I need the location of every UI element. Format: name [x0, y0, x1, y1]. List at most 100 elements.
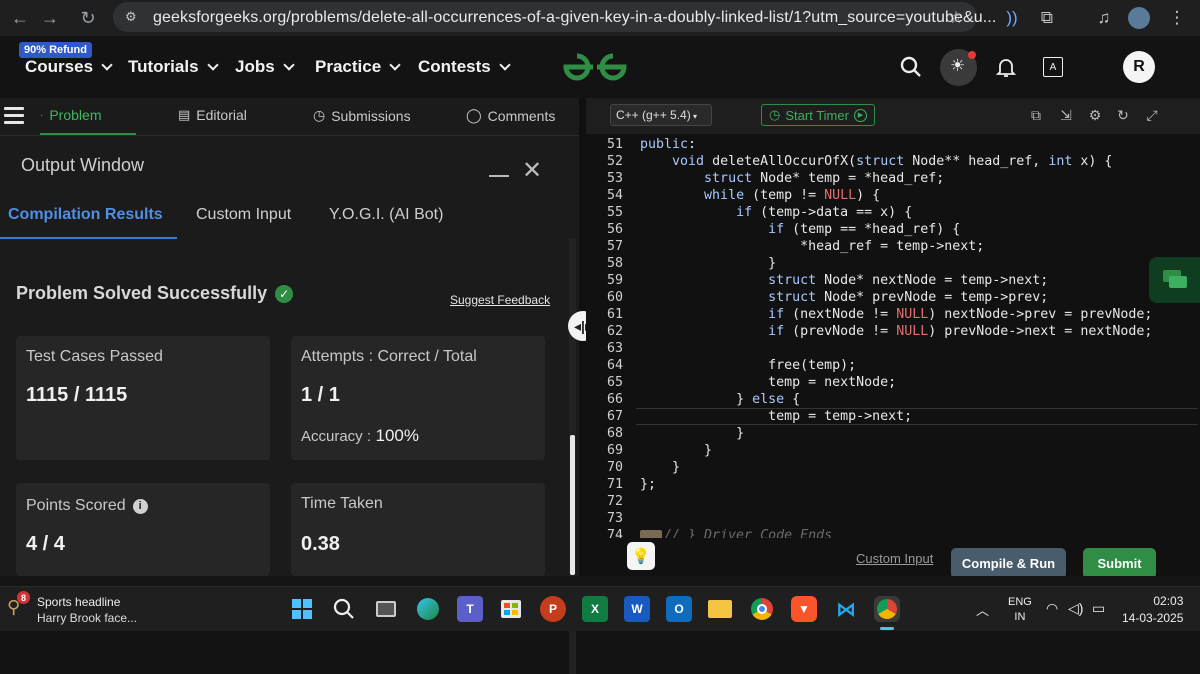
profile-avatar-icon[interactable] [1127, 6, 1151, 30]
code-line: 55 if (temp->data == x) { [586, 204, 1200, 221]
chat-icon[interactable] [1149, 257, 1200, 303]
attempts-card: Attempts : Correct / Total 1 / 1 Accurac… [291, 336, 545, 460]
menu-tutorials[interactable]: Tutorials [128, 57, 219, 77]
teams-icon[interactable]: T [457, 596, 483, 622]
lightbulb-icon[interactable]: 💡 [627, 542, 655, 570]
suggest-feedback-link[interactable]: Suggest Feedback [450, 293, 550, 307]
extensions-icon[interactable]: ⧉ [1035, 6, 1059, 30]
bookmark-star-icon[interactable]: ☆ [944, 6, 968, 30]
word-icon[interactable]: W [624, 596, 650, 622]
code-editor-panel: C++ (g++ 5.4) ▾ ◷ Start Timer ▶ ⧉ ⇲ ⚙ ↻ … [586, 98, 1200, 579]
battery-icon[interactable]: ▭ [1092, 600, 1105, 617]
custom-input-link[interactable]: Custom Input [856, 551, 933, 566]
code-line: 59 struct Node* nextNode = temp->next; [586, 272, 1200, 289]
code-line: 60 struct Node* prevNode = temp->prev; [586, 289, 1200, 306]
store-icon[interactable] [498, 596, 524, 622]
test-cases-value: 1115 / 1115 [26, 384, 128, 406]
settings-icon[interactable]: ⚙ [1087, 107, 1103, 123]
language-select[interactable]: C++ (g++ 5.4) ▾ [610, 104, 712, 126]
scrollbar-thumb[interactable] [570, 435, 575, 575]
info-icon[interactable]: i [132, 498, 148, 514]
language-indicator[interactable]: ENG IN [1008, 596, 1032, 623]
tab-yogi-ai-bot[interactable]: Y.O.G.I. (AI Bot) [329, 206, 443, 224]
copy-icon[interactable]: ⧉ [1028, 107, 1044, 123]
taskbar-search-icon[interactable] [331, 596, 357, 622]
menu-jobs[interactable]: Jobs [235, 57, 295, 77]
site-info-icon[interactable]: ⚙ [125, 9, 137, 25]
translate-icon[interactable]: A [1038, 52, 1068, 82]
code-area[interactable]: 51 public: 52 void deleteAllOccurOfX(stru… [586, 136, 1200, 543]
compile-run-button[interactable]: Compile & Run [951, 548, 1066, 579]
time-card: Time Taken 0.38 [291, 483, 545, 576]
vscode-icon[interactable]: ⋈ [833, 596, 859, 622]
tab-submissions[interactable]: ◷ Submissions [313, 107, 411, 124]
fullscreen-icon[interactable]: ⤢ [1144, 107, 1160, 123]
test-cases-card: Test Cases Passed 1115 / 1115 [16, 336, 270, 460]
tab-editorial[interactable]: ▤ Editorial [178, 107, 247, 123]
bell-icon[interactable] [991, 52, 1021, 82]
tab-problem-label: Problem [49, 107, 102, 123]
tab-problem[interactable]: · Problem [40, 107, 101, 123]
close-icon[interactable]: ✕ [522, 156, 542, 185]
outlook-icon[interactable]: O [666, 596, 692, 622]
export-icon[interactable]: ⇲ [1058, 107, 1074, 123]
dropdown-icon: ▾ [690, 112, 697, 121]
code-line: 58 } [586, 255, 1200, 272]
windows-start-icon[interactable] [289, 596, 315, 622]
gfg-logo-icon[interactable] [560, 51, 630, 83]
points-label-row: Points Scored i [26, 497, 148, 515]
submit-button[interactable]: Submit [1083, 548, 1156, 579]
news-widget[interactable]: ⚲ 8 Sports headline Harry Brook face... [0, 587, 150, 631]
reload-icon[interactable]: ↻ [76, 6, 100, 30]
sun-icon: ☀ [950, 56, 966, 75]
check-circle-icon: ✓ [275, 284, 294, 303]
url-text: geeksforgeeks.org/problems/delete-all-oc… [153, 9, 997, 26]
clock-icon: ◷ [313, 107, 326, 123]
more-menu-icon[interactable]: ⋮ [1165, 6, 1189, 30]
clock[interactable]: 02:03 14-03-2025 [1122, 594, 1183, 625]
code-line: 66 } else { [586, 391, 1200, 408]
code-text: } [640, 426, 745, 441]
chevron-down-icon [389, 58, 401, 71]
hamburger-menu-icon[interactable] [4, 107, 24, 125]
menu-contests[interactable]: Contests [418, 57, 511, 77]
user-avatar[interactable]: R [1123, 51, 1155, 83]
timer-icon: ◷ [769, 107, 781, 122]
media-controls-icon[interactable]: ♫ [1092, 6, 1116, 30]
file-explorer-icon[interactable] [707, 596, 733, 622]
code-line: 65 temp = nextNode; [586, 374, 1200, 391]
code-line: 72 [586, 493, 1200, 510]
volume-icon[interactable]: ◁) [1068, 600, 1083, 617]
show-hidden-icons-icon[interactable]: ︿ [976, 600, 989, 619]
menu-courses[interactable]: Courses [25, 57, 113, 77]
tab-comments[interactable]: ◯ Comments [466, 107, 555, 124]
news-subtitle: Harry Brook face... [37, 611, 138, 625]
accuracy-value: 100% [375, 426, 419, 445]
forward-icon[interactable]: → [38, 6, 62, 30]
line-number: 65 [606, 375, 623, 390]
brave-icon[interactable]: ▼ [791, 596, 817, 622]
time-label: Time Taken [301, 495, 383, 512]
start-timer-button[interactable]: ◷ Start Timer ▶ [761, 104, 875, 126]
address-bar[interactable]: ⚙ geeksforgeeks.org/problems/delete-all-… [113, 2, 996, 32]
line-number: 62 [606, 324, 623, 339]
powerpoint-icon[interactable]: P [540, 596, 566, 622]
chrome-icon[interactable] [749, 596, 775, 622]
attempts-value: 1 / 1 [301, 384, 340, 406]
tab-custom-input[interactable]: Custom Input [196, 206, 291, 224]
menu-practice[interactable]: Practice [315, 57, 401, 77]
edge-icon[interactable] [415, 596, 441, 622]
search-icon[interactable] [896, 52, 926, 82]
excel-icon[interactable]: X [582, 596, 608, 622]
tab-compilation-results[interactable]: Compilation Results [8, 206, 163, 224]
minimize-icon[interactable] [489, 175, 509, 177]
back-icon[interactable]: ← [8, 6, 32, 30]
reset-icon[interactable]: ↻ [1115, 107, 1131, 123]
line-number: 63 [606, 341, 623, 356]
chrome-profile-icon[interactable] [874, 596, 900, 622]
task-view-icon[interactable] [373, 596, 399, 622]
line-number: 71 [606, 477, 623, 492]
wifi-icon[interactable]: ◠ [1046, 600, 1058, 617]
line-number: 58 [606, 256, 623, 271]
read-aloud-icon[interactable]: )) [1000, 6, 1024, 30]
